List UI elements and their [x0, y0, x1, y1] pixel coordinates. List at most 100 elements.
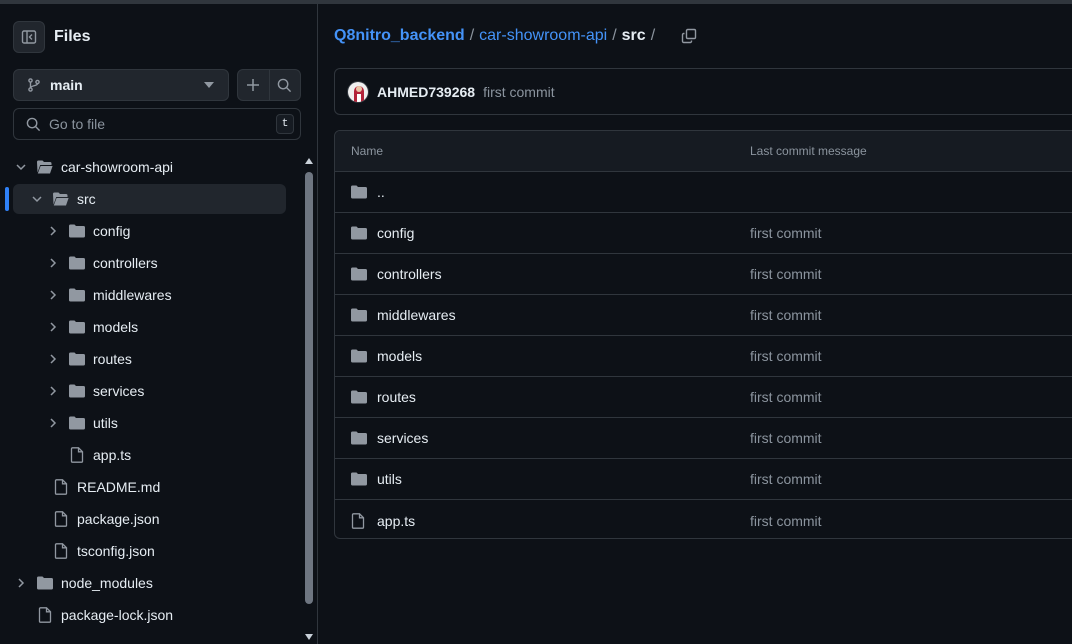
table-row[interactable]: services first commit [335, 418, 1072, 459]
tree-item-utils[interactable]: utils [13, 408, 286, 438]
tree-item-label: src [77, 191, 96, 207]
folder-icon [351, 389, 369, 405]
chevron-right-icon[interactable] [45, 415, 61, 431]
search-button[interactable] [268, 70, 300, 100]
table-row[interactable]: app.ts first commit [335, 500, 1072, 538]
commit-message-link[interactable]: first commit [750, 348, 822, 364]
commit-column-header: Last commit message [750, 144, 867, 158]
breadcrumb-repo-link[interactable]: Q8nitro_backend [334, 27, 465, 45]
chevron-down-icon[interactable] [13, 159, 29, 175]
table-row[interactable]: controllers first commit [335, 254, 1072, 295]
table-header: Name Last commit message [335, 131, 1072, 172]
tree-item-config[interactable]: config [13, 216, 286, 246]
tree-item-middlewares[interactable]: middlewares [13, 280, 286, 310]
tree-item-label: config [93, 223, 131, 239]
collapse-sidebar-button[interactable] [13, 21, 45, 53]
sidebar-collapse-icon [21, 30, 37, 44]
folder-icon [351, 471, 369, 487]
table-row[interactable]: config first commit [335, 213, 1072, 254]
chevron-right-icon[interactable] [45, 255, 61, 271]
scroll-up-arrow-icon[interactable] [304, 156, 314, 166]
parent-directory-row[interactable]: .. [335, 172, 1072, 213]
chevron-right-icon[interactable] [45, 319, 61, 335]
tree-item-src[interactable]: src [13, 184, 286, 214]
tree-item-services[interactable]: services [13, 376, 286, 406]
folder-icon [351, 307, 369, 323]
file-name-link[interactable]: services [377, 430, 428, 446]
commit-message[interactable]: first commit [483, 84, 555, 100]
copy-icon [681, 28, 697, 44]
tree-item-label: tsconfig.json [77, 543, 155, 559]
commit-message-link[interactable]: first commit [750, 389, 822, 405]
chevron-right-icon[interactable] [45, 351, 61, 367]
latest-commit-bar: AHMED739268 first commit [334, 68, 1072, 115]
table-row[interactable]: utils first commit [335, 459, 1072, 500]
tree-item-package-lock-json[interactable]: package-lock.json [13, 600, 286, 630]
tree-item-controllers[interactable]: controllers [13, 248, 286, 278]
scrollbar-thumb[interactable] [305, 172, 313, 604]
commit-message-link[interactable]: first commit [750, 266, 822, 282]
breadcrumb-separator: / [612, 27, 617, 44]
file-icon [351, 512, 369, 529]
file-name-link[interactable]: controllers [377, 266, 442, 282]
tree-item-models[interactable]: models [13, 312, 286, 342]
tree-item-app-ts[interactable]: app.ts [13, 440, 286, 470]
commit-author[interactable]: AHMED739268 [377, 84, 475, 100]
table-row[interactable]: middlewares first commit [335, 295, 1072, 336]
tree-item-label: package-lock.json [61, 607, 174, 623]
avatar[interactable] [347, 80, 369, 103]
breadcrumb: Q8nitro_backend / car-showroom-api / src… [334, 24, 700, 48]
caret-down-icon [204, 82, 214, 88]
file-name-link[interactable]: models [377, 348, 422, 364]
breadcrumb-current: src [621, 27, 646, 44]
parent-directory-link[interactable]: .. [377, 184, 385, 200]
file-name-link[interactable]: config [377, 225, 414, 241]
breadcrumb-separator: / [650, 27, 656, 44]
file-name-link[interactable]: utils [377, 471, 402, 487]
file-icon [37, 607, 53, 623]
folder-icon [351, 266, 369, 282]
tree-item-label: package.json [77, 511, 160, 527]
commit-message-link[interactable]: first commit [750, 430, 822, 446]
table-row[interactable]: routes first commit [335, 377, 1072, 418]
tree-item-readme-md[interactable]: README.md [13, 472, 286, 502]
file-icon [53, 511, 69, 527]
tree-item-package-json[interactable]: package.json [13, 504, 286, 534]
chevron-right-icon[interactable] [45, 223, 61, 239]
tree-item-node-modules[interactable]: node_modules [13, 568, 286, 598]
tree-item-tsconfig-json[interactable]: tsconfig.json [13, 536, 286, 566]
chevron-right-icon[interactable] [45, 287, 61, 303]
breadcrumb-dir-link[interactable]: car-showroom-api [479, 27, 607, 45]
go-to-file-input[interactable] [49, 116, 276, 132]
copy-path-button[interactable] [678, 25, 700, 47]
tree-item-routes[interactable]: routes [13, 344, 286, 374]
go-to-file-field[interactable]: t [13, 108, 301, 140]
chevron-down-icon[interactable] [29, 191, 45, 207]
table-row[interactable]: models first commit [335, 336, 1072, 377]
tree-item-car-showroom-api[interactable]: car-showroom-api [13, 152, 286, 182]
file-name-link[interactable]: middlewares [377, 307, 456, 323]
commit-message-link[interactable]: first commit [750, 471, 822, 487]
folder-icon [351, 225, 369, 241]
tree-item-label: README.md [77, 479, 161, 495]
git-branch-icon [28, 78, 40, 92]
branch-name: main [50, 77, 83, 93]
tree-item-label: controllers [93, 255, 158, 271]
folder-icon [69, 383, 85, 399]
file-name-link[interactable]: app.ts [377, 513, 415, 529]
folder-icon [69, 255, 85, 271]
chevron-right-icon[interactable] [45, 383, 61, 399]
file-name-link[interactable]: routes [377, 389, 416, 405]
commit-message-link[interactable]: first commit [750, 513, 822, 529]
folder-icon [351, 348, 369, 364]
add-file-button[interactable] [238, 70, 269, 100]
tree-item-label: routes [93, 351, 132, 367]
branch-selector[interactable]: main [13, 69, 229, 101]
commit-message-link[interactable]: first commit [750, 225, 822, 241]
chevron-right-icon[interactable] [13, 575, 29, 591]
scroll-down-arrow-icon[interactable] [304, 632, 314, 642]
tree-item-label: services [93, 383, 145, 399]
file-icon [53, 479, 69, 495]
commit-message-link[interactable]: first commit [750, 307, 822, 323]
sidebar-scrollbar[interactable] [302, 152, 316, 644]
